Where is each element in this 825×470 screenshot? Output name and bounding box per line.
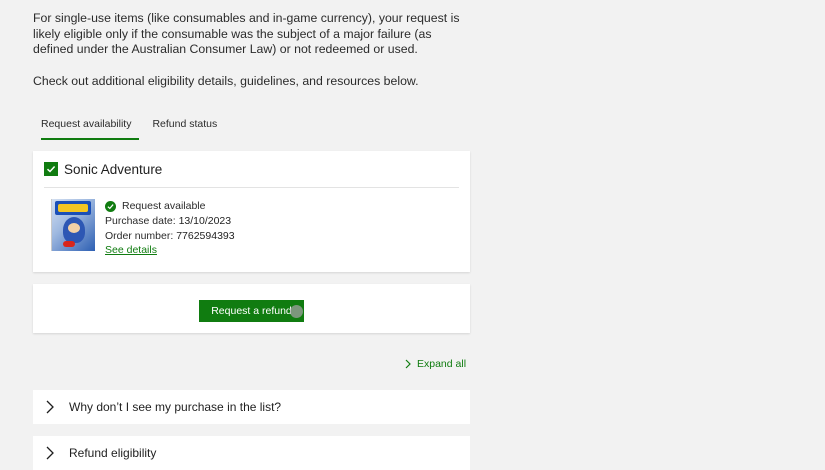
chevron-right-icon xyxy=(405,359,411,369)
accordion-label: Refund eligibility xyxy=(69,446,157,460)
game-cover-image xyxy=(43,199,95,251)
tab-refund-status[interactable]: Refund status xyxy=(144,116,225,138)
order-number-value: 7762594393 xyxy=(176,229,235,242)
chevron-right-icon xyxy=(46,446,54,460)
status-text: Request available xyxy=(122,200,206,212)
purchase-date-value: 13/10/2023 xyxy=(178,214,232,227)
expand-all-link[interactable]: Expand all xyxy=(405,358,466,370)
purchase-date: Purchase date: 13/10/2023 xyxy=(105,214,232,227)
mouse-cursor xyxy=(290,305,303,318)
game-card-header: Sonic Adventure xyxy=(33,151,470,187)
chevron-right-icon xyxy=(46,400,54,414)
availability-status: Request available xyxy=(105,199,235,214)
see-details-link[interactable]: See details xyxy=(105,243,235,258)
intro-paragraph-2: Check out additional eligibility details… xyxy=(33,73,419,88)
request-refund-button[interactable]: Request a refund xyxy=(199,300,304,322)
accordion-missing-purchase[interactable]: Why don’t I see my purchase in the list? xyxy=(33,390,470,424)
game-title: Sonic Adventure xyxy=(64,161,163,177)
expand-all-label: Expand all xyxy=(417,358,467,370)
accordion-label: Why don’t I see my purchase in the list? xyxy=(69,400,282,414)
game-checkbox[interactable] xyxy=(44,162,58,176)
check-circle-icon xyxy=(105,200,116,212)
order-number: Order number: 7762594393 xyxy=(105,229,235,242)
game-card: Sonic Adventure Request available Purcha… xyxy=(33,151,470,272)
intro-paragraph-1: For single-use items (like consumables a… xyxy=(33,11,460,56)
intro-text: For single-use items (like consumables a… xyxy=(33,11,473,89)
checkmark-icon xyxy=(46,165,56,173)
tab-request-availability[interactable]: Request availability xyxy=(33,116,140,140)
refund-action-card: Request a refund xyxy=(33,284,470,333)
tab-bar: Request availability Refund status xyxy=(33,116,225,140)
purchase-details: Request available Purchase date: 13/10/2… xyxy=(105,199,235,258)
accordion-refund-eligibility[interactable]: Refund eligibility xyxy=(33,436,470,470)
